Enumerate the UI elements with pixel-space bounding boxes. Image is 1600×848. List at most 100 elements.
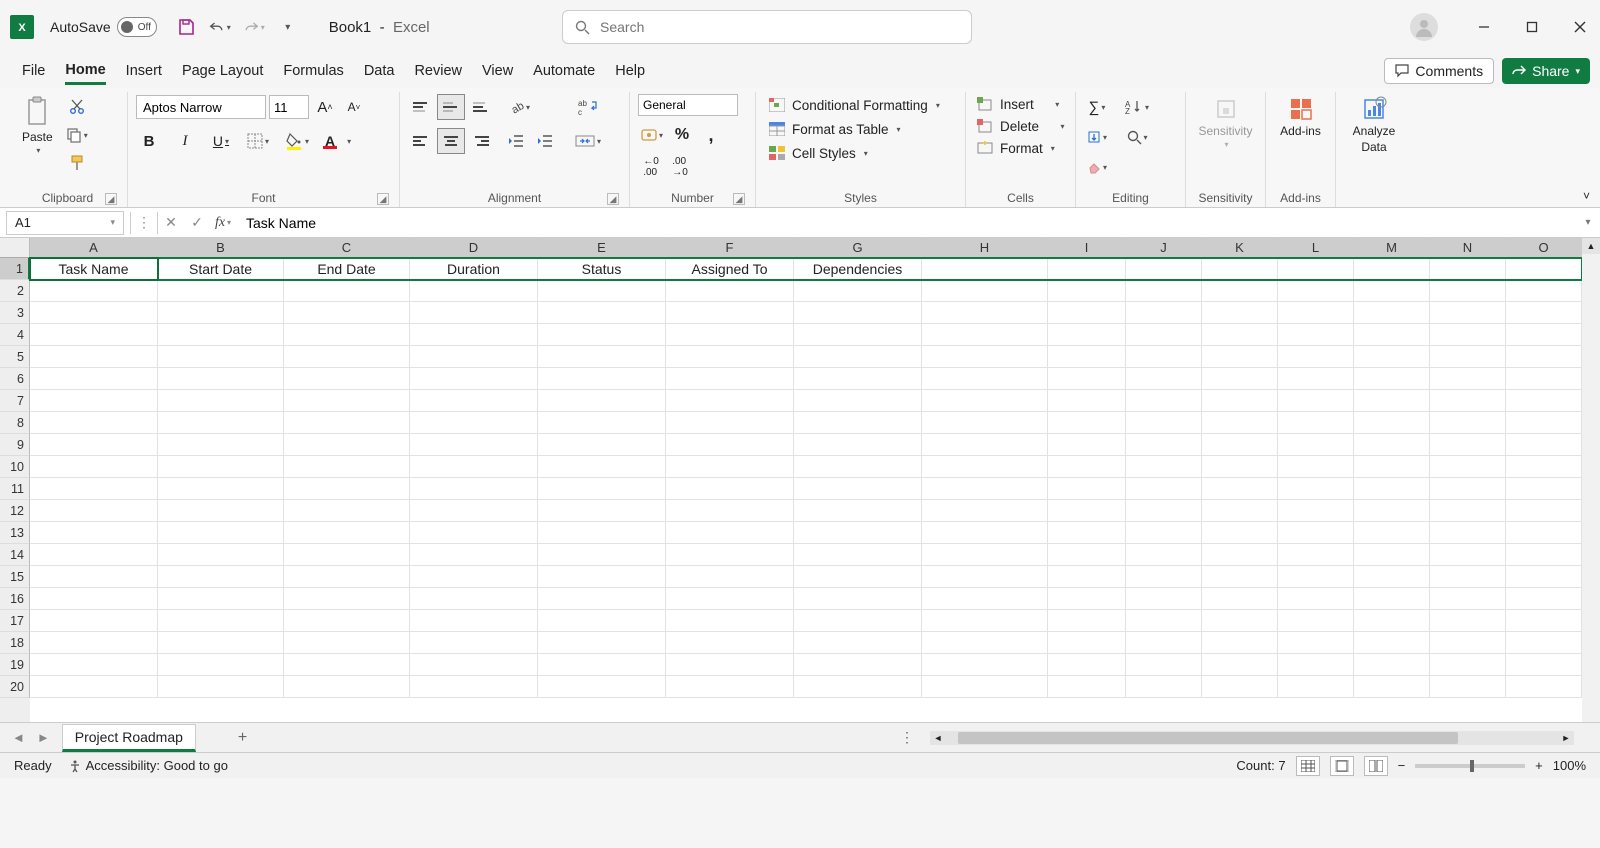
borders-button[interactable]: ▾ — [244, 128, 272, 154]
fill-color-button[interactable]: ▾ — [282, 128, 312, 154]
font-name-select[interactable] — [136, 95, 266, 119]
cell-B8[interactable] — [158, 412, 284, 434]
cell-E1[interactable]: Status — [538, 258, 666, 280]
cell-M10[interactable] — [1354, 456, 1430, 478]
cell-F20[interactable] — [666, 676, 794, 698]
cell-N8[interactable] — [1430, 412, 1506, 434]
cell-E14[interactable] — [538, 544, 666, 566]
comma-button[interactable]: , — [698, 122, 724, 148]
cell-M18[interactable] — [1354, 632, 1430, 654]
fill-button[interactable]: ▾ — [1084, 124, 1110, 150]
cell-N13[interactable] — [1430, 522, 1506, 544]
tab-file[interactable]: File — [22, 59, 45, 83]
row-header-14[interactable]: 14 — [0, 544, 30, 566]
col-header-C[interactable]: C — [284, 238, 410, 257]
cell-O11[interactable] — [1506, 478, 1582, 500]
vertical-scrollbar[interactable]: ▲ — [1582, 238, 1600, 722]
normal-view-button[interactable] — [1296, 756, 1320, 776]
cell-I7[interactable] — [1048, 390, 1126, 412]
cell-J2[interactable] — [1126, 280, 1202, 302]
decrease-decimal-button[interactable]: .00→0 — [667, 154, 693, 180]
cell-O1[interactable] — [1506, 258, 1582, 280]
cell-J19[interactable] — [1126, 654, 1202, 676]
cell-O6[interactable] — [1506, 368, 1582, 390]
cell-B9[interactable] — [158, 434, 284, 456]
cell-N5[interactable] — [1430, 346, 1506, 368]
cell-E9[interactable] — [538, 434, 666, 456]
cell-B17[interactable] — [158, 610, 284, 632]
cell-O20[interactable] — [1506, 676, 1582, 698]
cell-B18[interactable] — [158, 632, 284, 654]
cell-O9[interactable] — [1506, 434, 1582, 456]
cell-M7[interactable] — [1354, 390, 1430, 412]
cell-D15[interactable] — [410, 566, 538, 588]
cancel-formula-button[interactable]: ✕ — [158, 214, 184, 231]
cell-J12[interactable] — [1126, 500, 1202, 522]
cell-F2[interactable] — [666, 280, 794, 302]
format-painter-button[interactable] — [63, 150, 91, 176]
cell-M1[interactable] — [1354, 258, 1430, 280]
cell-A14[interactable] — [30, 544, 158, 566]
cell-K10[interactable] — [1202, 456, 1278, 478]
cell-L2[interactable] — [1278, 280, 1354, 302]
spreadsheet-grid[interactable]: ABCDEFGHIJKLMNO 123456789101112131415161… — [0, 238, 1600, 722]
enter-formula-button[interactable]: ✓ — [184, 214, 210, 231]
cell-K3[interactable] — [1202, 302, 1278, 324]
cell-C4[interactable] — [284, 324, 410, 346]
cell-M13[interactable] — [1354, 522, 1430, 544]
cell-I20[interactable] — [1048, 676, 1126, 698]
alignment-launcher[interactable]: ◢ — [607, 193, 619, 205]
cell-H18[interactable] — [922, 632, 1048, 654]
row-header-9[interactable]: 9 — [0, 434, 30, 456]
cell-J4[interactable] — [1126, 324, 1202, 346]
cell-D14[interactable] — [410, 544, 538, 566]
sheet-next-button[interactable]: ► — [37, 730, 50, 745]
cell-C17[interactable] — [284, 610, 410, 632]
cell-C13[interactable] — [284, 522, 410, 544]
cell-A1[interactable]: Task Name — [30, 258, 158, 280]
cell-E2[interactable] — [538, 280, 666, 302]
cell-I3[interactable] — [1048, 302, 1126, 324]
cell-A10[interactable] — [30, 456, 158, 478]
cell-I13[interactable] — [1048, 522, 1126, 544]
paste-button[interactable]: Paste ▾ — [16, 94, 59, 157]
cell-B6[interactable] — [158, 368, 284, 390]
cell-G3[interactable] — [794, 302, 922, 324]
cell-K16[interactable] — [1202, 588, 1278, 610]
cell-C2[interactable] — [284, 280, 410, 302]
row-header-10[interactable]: 10 — [0, 456, 30, 478]
cell-C6[interactable] — [284, 368, 410, 390]
cell-H11[interactable] — [922, 478, 1048, 500]
cell-N1[interactable] — [1430, 258, 1506, 280]
cell-N18[interactable] — [1430, 632, 1506, 654]
cell-A2[interactable] — [30, 280, 158, 302]
cell-A3[interactable] — [30, 302, 158, 324]
cell-H1[interactable] — [922, 258, 1048, 280]
cell-I19[interactable] — [1048, 654, 1126, 676]
tab-insert[interactable]: Insert — [126, 59, 162, 83]
cell-N14[interactable] — [1430, 544, 1506, 566]
increase-decimal-button[interactable]: ←0.00 — [638, 154, 664, 180]
cell-B1[interactable]: Start Date — [158, 258, 284, 280]
cell-F11[interactable] — [666, 478, 794, 500]
align-middle-button[interactable] — [437, 94, 465, 120]
cell-H12[interactable] — [922, 500, 1048, 522]
font-size-select[interactable] — [269, 95, 309, 119]
page-break-view-button[interactable] — [1364, 756, 1388, 776]
cell-L18[interactable] — [1278, 632, 1354, 654]
autosave-toggle[interactable]: AutoSave Off — [50, 17, 157, 37]
cell-K4[interactable] — [1202, 324, 1278, 346]
cell-G19[interactable] — [794, 654, 922, 676]
minimize-button[interactable] — [1472, 15, 1496, 39]
col-header-B[interactable]: B — [158, 238, 284, 257]
cell-B5[interactable] — [158, 346, 284, 368]
cell-O8[interactable] — [1506, 412, 1582, 434]
cell-A11[interactable] — [30, 478, 158, 500]
cell-L4[interactable] — [1278, 324, 1354, 346]
cell-C5[interactable] — [284, 346, 410, 368]
select-all-corner[interactable] — [0, 238, 30, 258]
cell-M19[interactable] — [1354, 654, 1430, 676]
row-header-11[interactable]: 11 — [0, 478, 30, 500]
cell-M15[interactable] — [1354, 566, 1430, 588]
orientation-button[interactable]: ab▾ — [505, 94, 533, 120]
